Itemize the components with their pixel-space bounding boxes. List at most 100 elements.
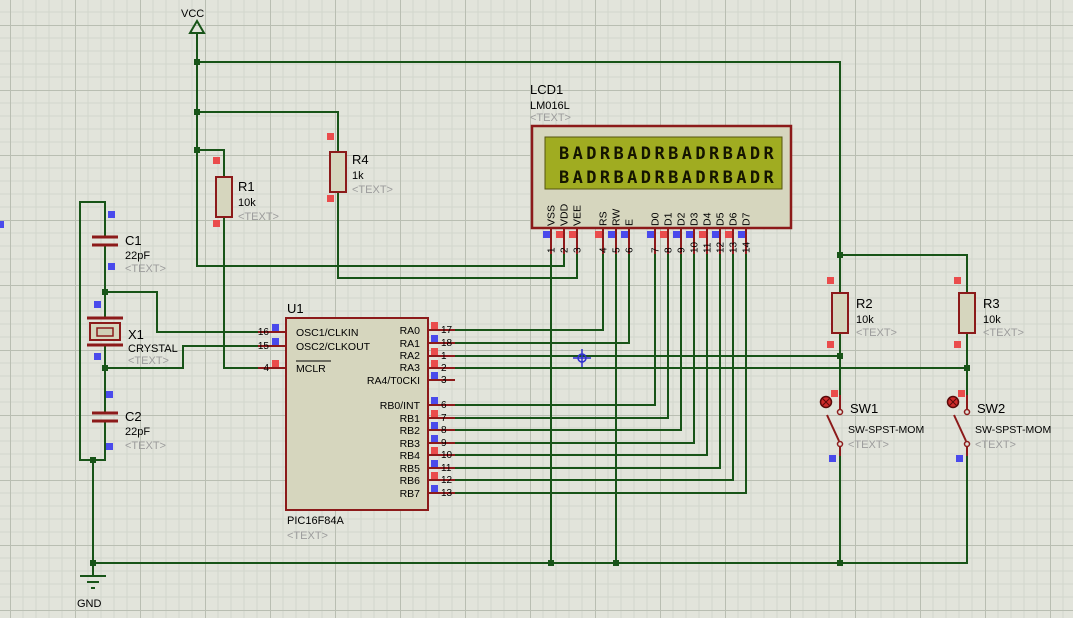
pin-name: RB7: [400, 488, 421, 500]
part-value: SW-SPST-MOM: [848, 424, 924, 436]
part-value: SW-SPST-MOM: [975, 424, 1051, 436]
pin-state-square: [94, 301, 101, 308]
pin-state-square: [827, 277, 834, 284]
junction-dot: [194, 147, 200, 153]
junction-dot: [837, 353, 843, 359]
part-value: 10k: [856, 314, 874, 326]
junction-dot: [102, 289, 108, 295]
pin-state-square: [956, 455, 963, 462]
junction-dot: [102, 365, 108, 371]
resistor-body[interactable]: [831, 292, 849, 334]
switch-contact: [836, 440, 844, 448]
pin-number: 2: [441, 363, 447, 374]
pin-state-square: [94, 353, 101, 360]
pin-name: OSC2/CLKOUT: [296, 341, 371, 353]
resistor-body[interactable]: [958, 292, 976, 334]
lcd-pin-name: D4: [702, 212, 714, 226]
pin-number: 15: [258, 341, 270, 352]
part-text-placeholder: <TEXT>: [125, 440, 166, 452]
pin-name: RB3: [400, 438, 421, 450]
pin-name: RB0/INT: [380, 400, 421, 412]
pin-state-square: [431, 460, 438, 467]
lcd-pin-name: D7: [741, 212, 753, 226]
part-value: 10k: [238, 197, 256, 209]
lcd-pin-name: D3: [689, 212, 701, 226]
part-ref: R1: [238, 179, 255, 194]
pin-state-square: [272, 324, 279, 331]
lcd-pin-name: D2: [676, 212, 688, 226]
lcd-pin-number: 1: [547, 247, 558, 253]
switch-contact: [836, 408, 844, 416]
pin-name: RA1: [400, 338, 421, 350]
lcd-pin-name: E: [624, 219, 636, 226]
pin-state-square: [556, 231, 563, 238]
pin-state-square: [738, 231, 745, 238]
lcd-pin-number: 10: [690, 241, 701, 253]
lcd-pin-number: 11: [703, 242, 714, 253]
resistor-body[interactable]: [215, 176, 233, 218]
pin-state-square: [108, 263, 115, 270]
pin-state-square: [108, 211, 115, 218]
pin-state-square: [213, 220, 220, 227]
part-ref: R4: [352, 152, 369, 167]
lcd-pin-name: D6: [728, 212, 740, 226]
vcc-label: VCC: [181, 8, 204, 20]
switch-contact: [963, 440, 971, 448]
lcd-pin-name: D5: [715, 212, 727, 226]
junction-dot: [194, 109, 200, 115]
junction-dot: [548, 560, 554, 566]
lcd-pin-number: 5: [612, 247, 623, 253]
lcd-pin-number: 7: [651, 247, 662, 253]
lcd-pin-number: 2: [560, 247, 571, 253]
lcd-pin-name: VSS: [546, 205, 558, 226]
switch-contact: [963, 408, 971, 416]
pin-state-square: [327, 133, 334, 140]
lcd-pin-name: D0: [650, 212, 662, 226]
junction-dot: [964, 365, 970, 371]
part-ref: C1: [125, 233, 142, 248]
part-ref: LCD1: [530, 82, 563, 97]
pin-state-square: [431, 410, 438, 417]
pin-state-square: [608, 231, 615, 238]
pin-number: 16: [258, 327, 270, 338]
pin-state-square: [272, 338, 279, 345]
mcu-u1[interactable]: U1 PIC16F84A <TEXT> 16 OSC1/CLKIN 15 OSC…: [258, 301, 455, 542]
part-value: CRYSTAL: [128, 343, 178, 355]
part-value: LM016L: [530, 100, 570, 112]
pin-name: OSC1/CLKIN: [296, 327, 358, 339]
part-text-placeholder: <TEXT>: [125, 263, 166, 275]
pin-state-square: [213, 157, 220, 164]
part-value: PIC16F84A: [287, 515, 345, 527]
pin-number: 18: [441, 338, 453, 349]
pin-state-square: [595, 231, 602, 238]
lcd-pin-number: 9: [677, 247, 688, 253]
pin-state-square: [431, 472, 438, 479]
lcd-pin-number: 4: [599, 247, 610, 253]
part-text-placeholder: <TEXT>: [128, 355, 169, 367]
part-ref: C2: [125, 409, 142, 424]
lcd-pin-number: 8: [664, 247, 675, 253]
lcd-pin-number: 6: [625, 247, 636, 253]
resistor-body[interactable]: [329, 151, 347, 193]
pin-name: MCLR: [296, 363, 326, 375]
part-text-placeholder: <TEXT>: [238, 211, 279, 223]
part-ref: SW1: [850, 401, 878, 416]
junction-dot: [90, 457, 96, 463]
pin-state-square: [431, 447, 438, 454]
lcd-pin-name: RW: [611, 209, 623, 226]
pin-name: RA4/T0CKI: [367, 375, 420, 387]
pin-state-square: [431, 372, 438, 379]
pin-state-square: [647, 231, 654, 238]
pin-number: 12: [441, 475, 453, 486]
lcd-pin-number: 12: [716, 241, 727, 253]
part-text-placeholder: <TEXT>: [530, 112, 571, 124]
part-value: 1k: [352, 170, 364, 182]
junction-dot: [837, 252, 843, 258]
pin-state-square: [699, 231, 706, 238]
pin-state-square: [827, 341, 834, 348]
pin-state-square: [431, 335, 438, 342]
pin-state-square: [431, 422, 438, 429]
part-text-placeholder: <TEXT>: [352, 184, 393, 196]
pin-state-square: [954, 341, 961, 348]
lcd-pin-name: RS: [598, 211, 610, 226]
